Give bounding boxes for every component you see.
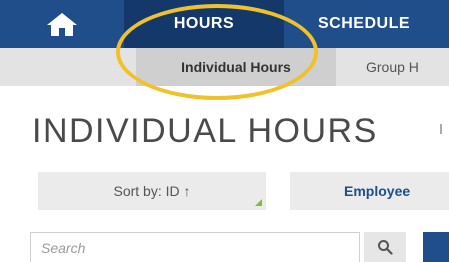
employee-filter-label: Employee (344, 183, 411, 199)
nav-tab-hours-label: HOURS (173, 15, 235, 32)
sort-button[interactable]: Sort by: ID ↑ (38, 172, 266, 210)
search-input[interactable] (30, 232, 360, 262)
employee-filter-button[interactable]: Employee (290, 172, 449, 210)
nav-tab-schedule-label: SCHEDULE (318, 15, 411, 32)
search-button[interactable] (364, 232, 406, 262)
nav-tab-schedule[interactable]: SCHEDULE (284, 0, 449, 48)
subnav-individual-hours[interactable]: Individual Hours (136, 48, 336, 86)
action-button-edge[interactable] (423, 232, 449, 262)
home-icon (47, 13, 77, 36)
subnav-group-hours[interactable]: Group H (336, 48, 449, 86)
title-divider (440, 124, 442, 134)
subnav-individual-hours-label: Individual Hours (181, 59, 291, 75)
subnav-group-hours-label: Group H (366, 59, 419, 75)
sort-indicator-corner (255, 199, 262, 206)
home-button[interactable] (0, 0, 124, 48)
search-icon (378, 240, 393, 255)
nav-tab-hours[interactable]: HOURS (124, 0, 284, 48)
sort-button-label: Sort by: ID ↑ (113, 183, 191, 199)
page-title: INDIVIDUAL HOURS (32, 112, 378, 150)
